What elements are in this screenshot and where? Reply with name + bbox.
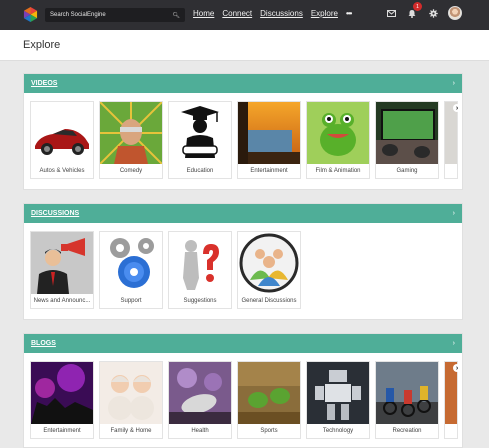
- notification-bell-icon[interactable]: 1: [406, 2, 422, 19]
- announcer-thumbnail: [31, 232, 93, 294]
- comedy-thumbnail: [100, 102, 162, 164]
- gears-thumbnail: [100, 232, 162, 294]
- question-thumbnail: [169, 232, 231, 294]
- tile-label: Health: [191, 428, 209, 434]
- blog-tile-entertainment[interactable]: Entertainment: [30, 361, 94, 439]
- chevron-right-icon[interactable]: ›: [453, 80, 455, 87]
- blogs-section: BLOGS › Entertainment Family & Home Heal…: [23, 333, 463, 448]
- search-placeholder: Search SocialEngine: [50, 12, 106, 18]
- videos-section-title[interactable]: VIDEOS: [31, 80, 57, 87]
- forum-tile-news[interactable]: News and Announc...: [30, 231, 94, 309]
- blogs-section-header: BLOGS ›: [24, 334, 462, 353]
- blog-tile-family-home[interactable]: Family & Home: [99, 361, 163, 439]
- carousel-next-arrow-icon[interactable]: ›: [453, 364, 461, 372]
- tile-label: Technology: [322, 428, 354, 434]
- blogs-section-title[interactable]: BLOGS: [31, 340, 56, 347]
- blog-tile-sports[interactable]: Sports: [237, 361, 301, 439]
- tile-label: Sports: [260, 428, 278, 434]
- tile-label: Comedy: [119, 168, 143, 174]
- tile-label: Entertainment: [43, 428, 81, 434]
- nav-explore-link[interactable]: Explore: [311, 9, 338, 18]
- carousel-next-arrow-icon[interactable]: ›: [453, 104, 461, 112]
- nav-home-link[interactable]: Home: [193, 9, 214, 18]
- tile-label: Film & Animation: [315, 168, 361, 174]
- babies-thumbnail: [100, 362, 162, 424]
- tile-label: Family & Home: [110, 428, 152, 434]
- videos-section: VIDEOS › Autos & Vehicles Comedy Educati…: [23, 73, 463, 190]
- category-tile-comedy[interactable]: Comedy: [99, 101, 163, 179]
- cyclists-thumbnail: [376, 362, 438, 424]
- nav-connect-link[interactable]: Connect: [222, 9, 252, 18]
- search-icon[interactable]: 🔍︎: [172, 12, 180, 19]
- tile-label: Recreation: [392, 428, 422, 434]
- category-tile-partial[interactable]: [444, 101, 458, 179]
- top-navbar: Search SocialEngine 🔍︎ Home Connect Disc…: [0, 0, 489, 30]
- entertainment-thumbnail: [238, 102, 300, 164]
- nav-discussions-link[interactable]: Discussions: [260, 9, 303, 18]
- discussions-section-header: DISCUSSIONS ›: [24, 204, 462, 223]
- gaming-thumbnail: [376, 102, 438, 164]
- concert-thumbnail: [31, 362, 93, 424]
- mail-icon[interactable]: [385, 7, 397, 19]
- settings-gear-icon[interactable]: [427, 7, 439, 19]
- chevron-right-icon[interactable]: ›: [453, 340, 455, 347]
- tile-label: Education: [186, 168, 214, 174]
- category-tile-film-animation[interactable]: Film & Animation: [306, 101, 370, 179]
- robot-thumbnail: [307, 362, 369, 424]
- page-title: Explore: [23, 39, 61, 51]
- blog-tile-recreation[interactable]: Recreation: [375, 361, 439, 439]
- car-thumbnail: [31, 102, 93, 164]
- notification-badge: 1: [413, 2, 422, 11]
- tile-label: Support: [120, 298, 142, 304]
- category-tile-education[interactable]: Education: [168, 101, 232, 179]
- videos-section-header: VIDEOS ›: [24, 74, 462, 93]
- category-tile-entertainment[interactable]: Entertainment: [237, 101, 301, 179]
- education-thumbnail: [169, 102, 231, 164]
- category-tile-gaming[interactable]: Gaming: [375, 101, 439, 179]
- chevron-right-icon[interactable]: ›: [453, 210, 455, 217]
- tile-label: General Discussions: [241, 298, 297, 304]
- health-thumbnail: [169, 362, 231, 424]
- more-menu-button[interactable]: •••: [346, 9, 352, 18]
- blog-tile-technology[interactable]: Technology: [306, 361, 370, 439]
- blog-tile-partial[interactable]: [444, 361, 458, 439]
- tile-label: News and Announc...: [33, 298, 91, 304]
- tile-label: Gaming: [396, 168, 418, 174]
- forum-tile-suggestions[interactable]: Suggestions: [168, 231, 232, 309]
- sports-frogs-thumbnail: [238, 362, 300, 424]
- forum-tile-support[interactable]: Support: [99, 231, 163, 309]
- blog-tile-health[interactable]: Health: [168, 361, 232, 439]
- page-header: Explore: [0, 30, 489, 61]
- category-tile-autos[interactable]: Autos & Vehicles: [30, 101, 94, 179]
- discussions-section-title[interactable]: DISCUSSIONS: [31, 210, 79, 217]
- tile-label: Autos & Vehicles: [39, 168, 85, 174]
- forum-tile-general[interactable]: General Discussions: [237, 231, 301, 309]
- search-input[interactable]: Search SocialEngine 🔍︎: [45, 8, 185, 22]
- user-avatar[interactable]: [448, 6, 462, 20]
- frog-thumbnail: [307, 102, 369, 164]
- people-group-thumbnail: [238, 232, 300, 294]
- tile-label: Suggestions: [183, 298, 217, 304]
- site-logo-icon[interactable]: [23, 7, 38, 22]
- discussions-section: DISCUSSIONS › News and Announc... Suppor…: [23, 203, 463, 320]
- tile-label: Entertainment: [250, 168, 288, 174]
